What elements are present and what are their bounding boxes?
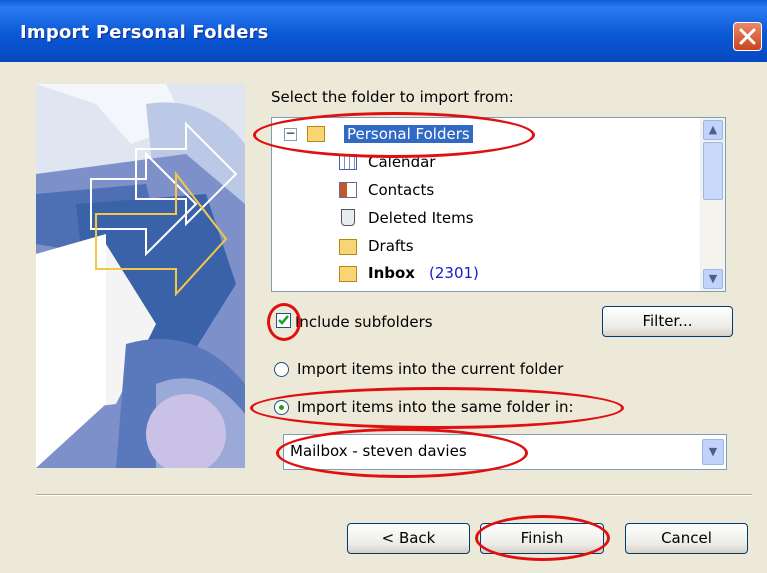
select-folder-label: Select the folder to import from:	[271, 88, 514, 106]
folder-tree[interactable]: − Personal Folders Calendar Contacts Del…	[271, 117, 726, 292]
close-button[interactable]	[733, 22, 762, 51]
cancel-button[interactable]: Cancel	[625, 523, 748, 554]
unread-count: (2301)	[429, 264, 479, 282]
import-current-folder-radio[interactable]	[274, 362, 289, 377]
folder-icon	[339, 266, 357, 282]
dropdown-button[interactable]: ▼	[702, 439, 724, 465]
filter-button[interactable]: Filter...	[602, 306, 733, 337]
deleted-items-icon	[341, 209, 355, 226]
checkmark-icon	[278, 315, 289, 325]
back-button[interactable]: < Back	[347, 523, 470, 554]
import-current-folder-label[interactable]: Import items into the current folder	[297, 360, 563, 378]
wizard-illustration	[36, 84, 245, 468]
scroll-down-button[interactable]: ▼	[703, 269, 723, 289]
tree-expander[interactable]: −	[284, 127, 297, 141]
contacts-icon	[339, 182, 357, 198]
include-subfolders-checkbox[interactable]	[276, 313, 291, 328]
tree-item-label: Contacts	[368, 181, 435, 199]
tree-item-label: Calendar	[368, 153, 436, 171]
destination-mailbox-value: Mailbox - steven davies	[290, 442, 467, 460]
import-same-folder-radio[interactable]	[274, 400, 289, 415]
tree-item-label: Deleted Items	[368, 209, 474, 227]
finish-button[interactable]: Finish	[480, 523, 604, 554]
window-title: Import Personal Folders	[20, 22, 269, 43]
include-subfolders-label[interactable]: Include subfolders	[295, 313, 433, 331]
tree-item-label: Personal Folders	[344, 125, 473, 143]
scroll-up-button[interactable]: ▲	[703, 120, 723, 140]
folder-icon	[339, 239, 357, 255]
title-bar: Import Personal Folders	[0, 0, 767, 62]
destination-mailbox-select[interactable]: Mailbox - steven davies ▼	[283, 434, 727, 470]
import-same-folder-label[interactable]: Import items into the same folder in:	[297, 398, 574, 416]
chevron-down-icon: ▼	[708, 445, 718, 458]
close-icon	[739, 28, 756, 45]
chevron-up-icon: ▲	[708, 123, 718, 136]
separator	[36, 494, 752, 496]
scroll-thumb[interactable]	[703, 142, 723, 200]
chevron-down-icon: ▼	[708, 272, 718, 285]
tree-item-label: Drafts	[368, 237, 414, 255]
calendar-icon	[339, 154, 357, 170]
tree-scrollbar[interactable]: ▲ ▼	[700, 118, 725, 291]
folder-tree-icon	[307, 126, 325, 142]
tree-item-label: Inbox	[368, 264, 415, 282]
